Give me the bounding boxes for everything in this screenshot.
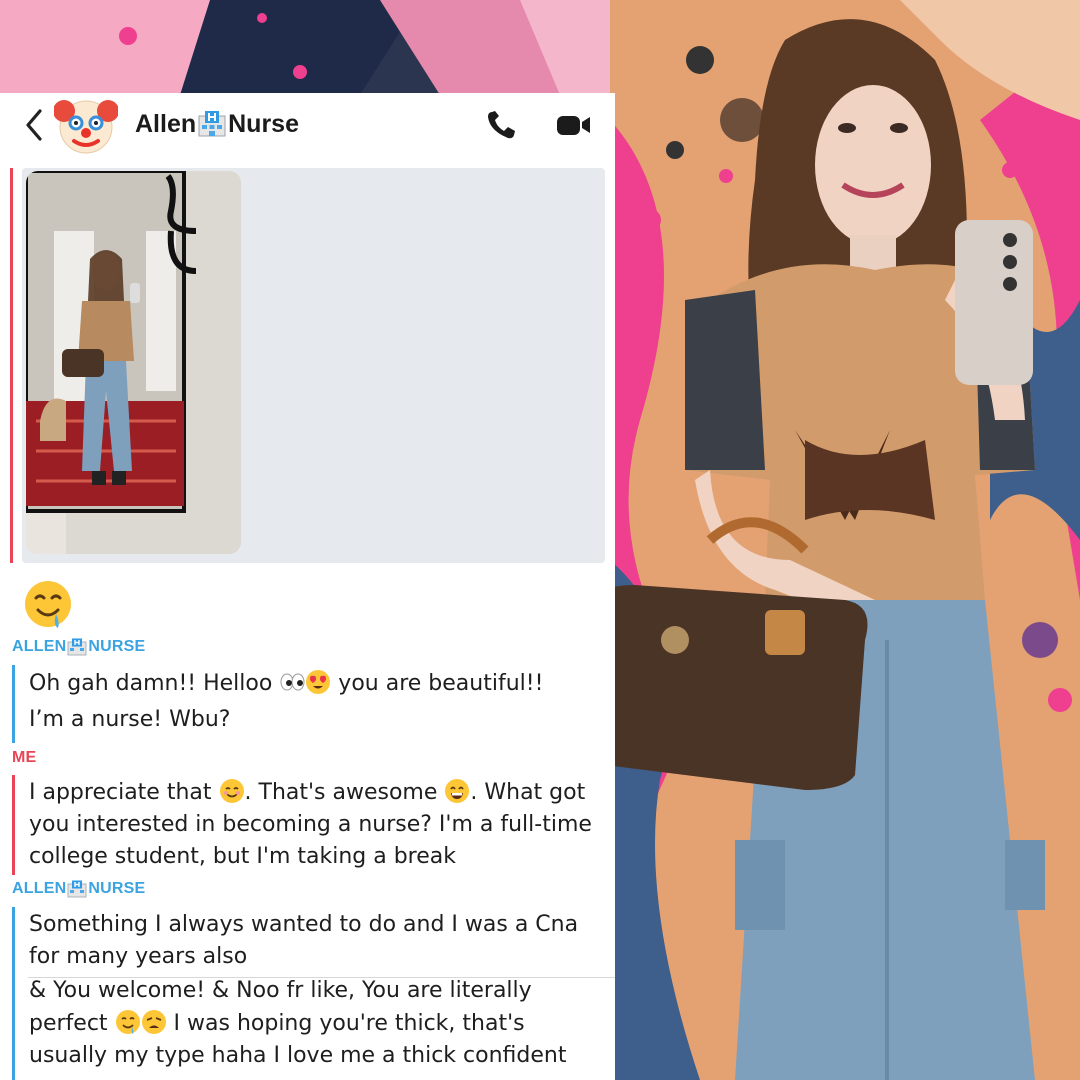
weary-face-emoji bbox=[141, 1010, 166, 1034]
message-text-segment: perfect bbox=[29, 1011, 115, 1036]
message-text[interactable]: usually my type haha I love me a thick c… bbox=[29, 1040, 566, 1072]
hospital-icon bbox=[67, 638, 87, 656]
eyes-emoji bbox=[280, 673, 305, 691]
message-text[interactable]: Something I always wanted to do and I wa… bbox=[29, 909, 578, 941]
contact-name-first: Allen bbox=[135, 110, 197, 138]
message-text-segment: Oh gah damn!! Helloo bbox=[29, 671, 280, 696]
smiling-face-emoji bbox=[219, 779, 244, 803]
video-call-icon[interactable] bbox=[556, 111, 592, 139]
sender-allen-first: ALLEN bbox=[12, 880, 67, 897]
hospital-icon bbox=[67, 880, 87, 898]
grinning-face-emoji bbox=[445, 779, 470, 803]
chat-header: Allen Nurse bbox=[0, 93, 615, 157]
sender-allen-last: NURSE bbox=[88, 638, 146, 655]
phone-call-icon[interactable] bbox=[484, 109, 518, 141]
back-chevron-icon[interactable] bbox=[22, 107, 48, 143]
drooling-face-emoji bbox=[115, 1010, 140, 1034]
contact-name[interactable]: Allen Nurse bbox=[135, 107, 299, 141]
message-text[interactable]: & You welcome! & Noo fr like, You are li… bbox=[29, 975, 532, 1007]
message-divider bbox=[28, 977, 615, 978]
snap-thumbnail-image[interactable] bbox=[26, 171, 241, 554]
message-text[interactable]: Oh gah damn!! Helloo you are beautiful!! bbox=[29, 668, 543, 700]
sender-allen-last: NURSE bbox=[88, 880, 146, 897]
message-text-segment: I was hoping you're thick, that's bbox=[166, 1011, 525, 1036]
sender-label-me: ME bbox=[12, 749, 37, 766]
message-text[interactable]: I appreciate that . That's awesome . Wha… bbox=[29, 777, 585, 809]
hospital-icon bbox=[198, 111, 226, 137]
mirror-selfie-photo bbox=[615, 19, 1045, 1080]
sender-color-bar bbox=[12, 907, 15, 1080]
message-text-segment: you are beautiful!! bbox=[331, 671, 544, 696]
message-text[interactable]: for many years also bbox=[29, 941, 247, 973]
sender-allen-first: ALLEN bbox=[12, 638, 67, 655]
media-message-bar bbox=[10, 168, 13, 563]
message-text-segment: . What got bbox=[470, 780, 586, 805]
drooling-face-emoji bbox=[25, 581, 71, 628]
message-text[interactable]: you interested in becoming a nurse? I'm … bbox=[29, 809, 592, 841]
chat-panel: Allen Nurse ALLEN NURSE Oh gah damn!! He… bbox=[0, 93, 615, 1080]
media-message bbox=[22, 168, 605, 563]
message-text[interactable]: perfect I was hoping you're thick, that'… bbox=[29, 1008, 525, 1040]
heart-eyes-emoji bbox=[306, 670, 331, 694]
clown-face-avatar[interactable] bbox=[54, 95, 118, 155]
contact-name-last: Nurse bbox=[228, 110, 299, 138]
message-text-segment: . That's awesome bbox=[244, 780, 445, 805]
sender-color-bar bbox=[12, 775, 15, 875]
message-text[interactable]: I’m a nurse! Wbu? bbox=[29, 704, 230, 736]
message-text[interactable]: college student, but I'm taking a break bbox=[29, 841, 456, 873]
sender-label-allen: ALLEN NURSE bbox=[12, 638, 145, 656]
sender-label-allen: ALLEN NURSE bbox=[12, 880, 145, 898]
message-text-segment: I appreciate that bbox=[29, 780, 219, 805]
sender-color-bar bbox=[12, 665, 15, 743]
